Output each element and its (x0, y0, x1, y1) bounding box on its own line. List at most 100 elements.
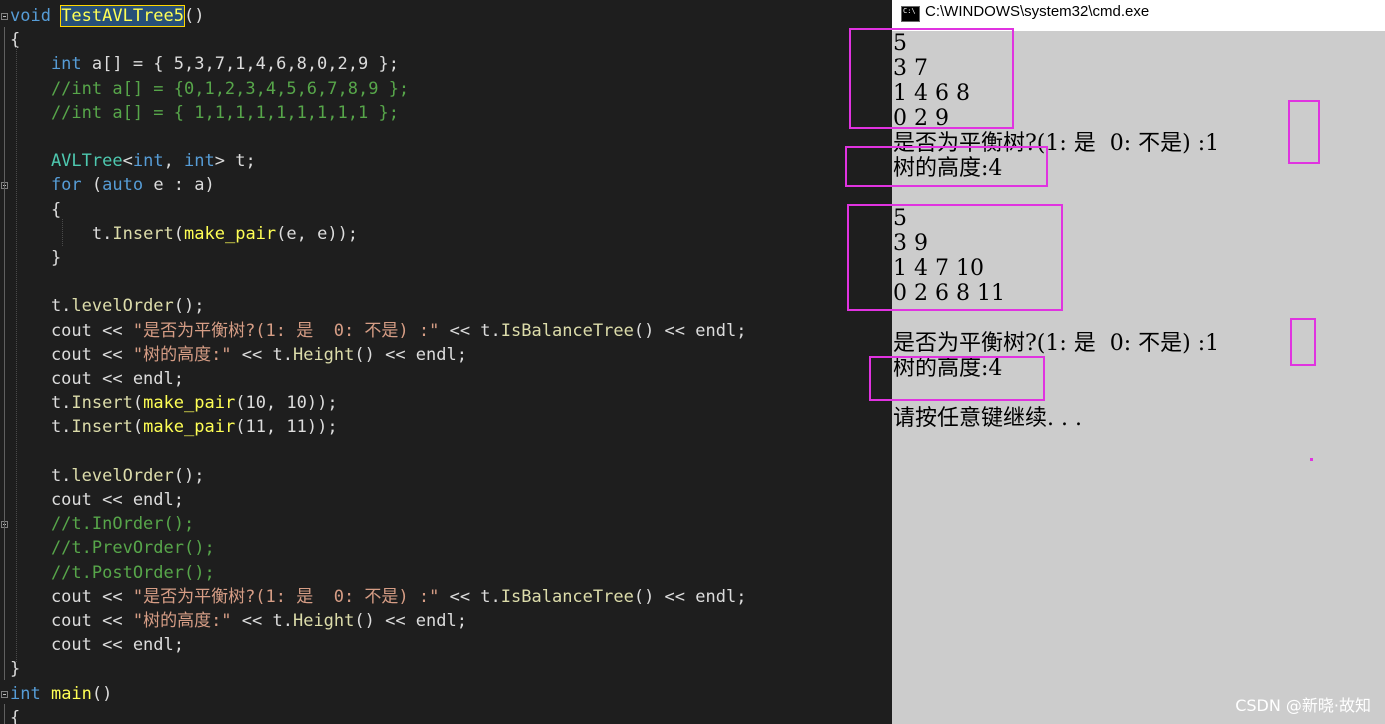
code-line: //int a[] = { 1,1,1,1,1,1,1,1,1 }; (10, 101, 399, 125)
code-line: cout << endl; (10, 633, 184, 657)
code-token: } (10, 248, 62, 268)
code-token: "树的高度:" (132, 611, 232, 631)
code-token: ( (132, 417, 144, 438)
console-line: 是否为平衡树?(1: 是 0: 不是) :1 (893, 331, 1220, 356)
code-token: auto (102, 175, 154, 196)
code-token: Height (292, 611, 355, 631)
code-line: { (10, 198, 61, 222)
editor-gutter (0, 0, 8, 724)
code-token: levelOrder (71, 296, 174, 317)
code-line: cout << endl; (10, 367, 184, 391)
code-token: int (184, 151, 215, 172)
fold-toggle-icon[interactable] (1, 690, 8, 698)
code-token: for (10, 175, 92, 196)
code-token: , (163, 151, 185, 172)
code-token: (11, 11)); (235, 417, 338, 438)
watermark: CSDN @新晓·故知 (1235, 696, 1371, 715)
annotation-box-tree2 (847, 204, 1063, 311)
code-token: e : a) (153, 175, 215, 196)
fold-line (4, 704, 5, 724)
code-token: Height (292, 344, 355, 365)
code-token: int (10, 54, 92, 75)
code-token: //int a[] = { 1,1,1,1,1,1,1,1,1 }; (10, 102, 399, 123)
code-line: t.levelOrder(); (10, 294, 205, 318)
fold-line (4, 534, 5, 584)
code-token: AVLTree (10, 151, 123, 172)
code-token: cout << endl; (10, 635, 184, 656)
code-line: int main() (10, 682, 112, 706)
code-line: //int a[] = {0,1,2,3,4,5,6,7,8,9 }; (10, 77, 409, 101)
code-token: cout << endl; (10, 490, 184, 510)
code-token: << t. (439, 320, 501, 341)
code-token: ( (91, 175, 103, 196)
code-token: cout << (10, 611, 133, 631)
console-titlebar[interactable]: C:\WINDOWS\system32\cmd.exe (892, 0, 1385, 31)
code-line: cout << "是否为平衡树?(1: 是 0: 不是) :" << t.IsB… (10, 319, 747, 343)
code-token: int (10, 683, 51, 704)
fold-toggle-icon[interactable] (1, 13, 8, 20)
annotation-box-height2 (869, 356, 1045, 401)
code-token: //t.InOrder(); (10, 514, 195, 535)
code-token: levelOrder (71, 465, 174, 486)
code-line: { (10, 706, 20, 724)
code-token: () << endl; (354, 344, 467, 365)
code-token: make_pair (184, 223, 277, 244)
indent-guide (62, 219, 63, 246)
code-line: cout << "树的高度:" << t.Height() << endl; (10, 609, 467, 633)
code-token: "树的高度:" (132, 344, 232, 365)
code-token: (); (173, 296, 205, 317)
console-title: C:\WINDOWS\system32\cmd.exe (925, 3, 1150, 20)
code-token: TestAVLTree5 (60, 5, 186, 27)
code-line: //t.InOrder(); (10, 512, 194, 536)
code-token: << t. (231, 611, 293, 631)
code-line: t.Insert(make_pair(11, 11)); (10, 415, 338, 439)
code-token: //t.PostOrder(); (10, 562, 215, 583)
annotation-box-height1 (845, 146, 1048, 187)
cmd-icon (901, 6, 920, 22)
code-token: Insert (71, 417, 133, 438)
code-token: () << endl; (633, 586, 747, 607)
cursor-mark (1310, 458, 1313, 461)
code-line: //t.PostOrder(); (10, 561, 215, 585)
code-line: void TestAVLTree5() (10, 4, 205, 28)
code-token: () (184, 6, 205, 26)
code-line: for (auto e : a) (10, 173, 215, 197)
code-token: { (10, 199, 62, 220)
code-line: t.Insert(make_pair(10, 10)); (10, 391, 338, 415)
code-token: cout << endl; (10, 369, 184, 389)
code-token: t. (10, 417, 72, 438)
annotation-box-balance2 (1290, 318, 1316, 366)
code-token: cout << (10, 344, 133, 365)
code-token: } (10, 659, 21, 680)
code-token: Insert (112, 223, 174, 244)
code-token: (e, e)); (276, 223, 359, 244)
code-token: "是否为平衡树?(1: 是 0: 不是) :" (132, 320, 440, 341)
code-line: //t.PrevOrder(); (10, 536, 215, 560)
code-token: ( (173, 223, 185, 244)
code-token: (); (173, 465, 205, 486)
code-token: a[] = { 5,3,7,1,4,6,8,0,2,9 }; (91, 54, 399, 75)
code-token: IsBalanceTree (500, 320, 634, 341)
console-window[interactable]: C:\WINDOWS\system32\cmd.exe 53 71 4 6 80… (845, 0, 1385, 724)
fold-line (4, 195, 5, 269)
code-editor[interactable]: void TestAVLTree5(){ int a[] = { 5,3,7,1… (0, 0, 892, 724)
code-line: cout << "是否为平衡树?(1: 是 0: 不是) :" << t.IsB… (10, 585, 747, 609)
code-token: () (91, 683, 113, 704)
code-token: > t; (214, 151, 256, 172)
indent-guide (16, 45, 17, 663)
code-token: t. (10, 296, 72, 317)
code-token: cout << (10, 586, 133, 607)
console-line: 请按任意键继续. . . (893, 406, 1082, 431)
annotation-box-balance1 (1288, 100, 1320, 164)
code-token: //int a[] = {0,1,2,3,4,5,6,7,8,9 }; (10, 78, 410, 99)
code-line: } (10, 246, 61, 270)
code-token: << t. (439, 586, 501, 607)
code-token: void (10, 6, 62, 26)
code-token: () << endl; (633, 320, 747, 341)
code-token: main (50, 683, 92, 704)
code-line: int a[] = { 5,3,7,1,4,6,8,0,2,9 }; (10, 52, 399, 76)
code-token: << t. (231, 344, 293, 365)
code-token: ( (132, 393, 144, 414)
code-line: cout << endl; (10, 488, 184, 512)
annotation-box-tree1 (849, 28, 1014, 129)
